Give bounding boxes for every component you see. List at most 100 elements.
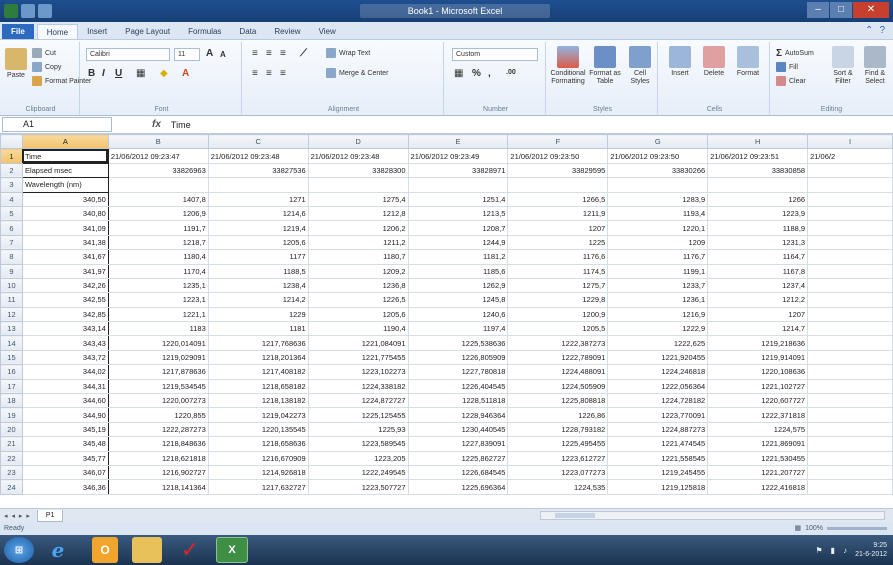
align-center-icon[interactable]: ≡ <box>266 68 272 79</box>
row-header[interactable]: 8 <box>0 249 23 265</box>
tab-review[interactable]: Review <box>265 24 309 39</box>
cell-b23[interactable]: 1216,902727 <box>107 464 209 481</box>
cell-i8[interactable] <box>807 249 893 265</box>
cell-c8[interactable]: 1177 <box>207 249 309 265</box>
outlook-icon[interactable]: O <box>92 537 118 563</box>
cell-d24[interactable]: 1223,507727 <box>307 479 409 495</box>
row-header[interactable]: 20 <box>0 421 23 438</box>
currency-icon[interactable]: ▦ <box>454 68 463 79</box>
sort-filter-button[interactable]: Sort & Filter <box>828 46 858 86</box>
row-header[interactable]: 17 <box>0 378 23 395</box>
cell-d3[interactable] <box>307 177 409 193</box>
format-cells-button[interactable]: Format <box>732 46 764 78</box>
clear-button[interactable]: Clear <box>776 76 806 86</box>
cell-h7[interactable]: 1231,3 <box>707 234 809 251</box>
cell-h6[interactable]: 1188,9 <box>707 220 809 236</box>
select-all-corner[interactable] <box>0 134 23 150</box>
cell-c17[interactable]: 1218,658182 <box>207 378 309 395</box>
paste-button[interactable]: Paste <box>4 48 28 80</box>
cell-h24[interactable]: 1222,416818 <box>707 479 809 495</box>
cell-b8[interactable]: 1180,4 <box>107 249 209 265</box>
cell-b10[interactable]: 1235,1 <box>107 277 209 294</box>
cell-e22[interactable]: 1225,862727 <box>407 450 509 466</box>
cell-a17[interactable]: 344,31 <box>21 378 109 395</box>
cell-i18[interactable] <box>807 393 893 409</box>
cell-a18[interactable]: 344,60 <box>21 393 109 409</box>
cell-g21[interactable]: 1221,474545 <box>607 436 709 452</box>
conditional-formatting-button[interactable]: Conditional Formatting <box>550 46 586 86</box>
percent-icon[interactable]: % <box>472 68 481 79</box>
comma-icon[interactable]: , <box>488 68 491 79</box>
cell-a5[interactable]: 340,80 <box>21 205 109 222</box>
cell-d19[interactable]: 1225,125455 <box>307 407 409 423</box>
cell-e20[interactable]: 1230,440545 <box>407 421 509 438</box>
cell-b20[interactable]: 1222,287273 <box>107 421 209 438</box>
cell-i22[interactable] <box>807 450 893 466</box>
cell-a23[interactable]: 346,07 <box>21 464 109 481</box>
save-icon[interactable] <box>21 4 35 18</box>
cell-a24[interactable]: 346,36 <box>21 479 109 495</box>
cell-c7[interactable]: 1205,6 <box>207 234 309 251</box>
cell-i16[interactable] <box>807 364 893 380</box>
cut-button[interactable]: Cut <box>32 48 56 58</box>
cell-c9[interactable]: 1188,5 <box>207 263 309 279</box>
row-header[interactable]: 11 <box>0 292 23 308</box>
cell-h4[interactable]: 1266 <box>707 191 809 207</box>
shrink-font-icon[interactable]: A <box>220 50 226 59</box>
grow-font-icon[interactable]: A <box>206 48 213 59</box>
cell-g1[interactable]: 21/06/2012 09:23:50 <box>607 148 709 164</box>
checkmark-app-icon[interactable]: ✓ <box>170 537 210 563</box>
internet-explorer-icon[interactable]: e <box>38 537 78 563</box>
cell-c6[interactable]: 1219,4 <box>207 220 309 236</box>
underline-icon[interactable]: U <box>115 68 122 79</box>
cell-e7[interactable]: 1244,9 <box>407 234 509 251</box>
cell-h14[interactable]: 1219,218636 <box>707 335 809 351</box>
cell-a3[interactable]: Wavelength (nm) <box>21 177 109 193</box>
cell-e19[interactable]: 1228,946364 <box>407 407 509 423</box>
cell-e3[interactable] <box>407 177 509 193</box>
cell-h13[interactable]: 1214,7 <box>707 321 809 337</box>
row-header[interactable]: 22 <box>0 450 23 466</box>
cell-a14[interactable]: 343,43 <box>21 335 109 351</box>
cell-i13[interactable] <box>807 321 893 337</box>
cell-f9[interactable]: 1174,5 <box>507 263 609 279</box>
row-header[interactable]: 24 <box>0 479 23 495</box>
cell-d1[interactable]: 21/06/2012 09:23:48 <box>307 148 409 164</box>
cell-i4[interactable] <box>807 191 893 207</box>
cell-a22[interactable]: 345,77 <box>21 450 109 466</box>
row-header[interactable]: 7 <box>0 234 23 251</box>
find-select-button[interactable]: Find & Select <box>860 46 890 86</box>
cell-e2[interactable]: 33828971 <box>407 162 509 179</box>
cell-c10[interactable]: 1238,4 <box>207 277 309 294</box>
sheet-tab-active[interactable]: P1 <box>36 509 64 522</box>
column-header-b[interactable]: B <box>107 134 209 150</box>
minimize-ribbon-icon[interactable]: ⌃ <box>865 25 873 36</box>
cell-e13[interactable]: 1197,4 <box>407 321 509 337</box>
cell-h2[interactable]: 33830858 <box>707 162 809 179</box>
cell-e15[interactable]: 1226,805909 <box>407 349 509 366</box>
cell-e11[interactable]: 1245,8 <box>407 292 509 308</box>
cell-c24[interactable]: 1217,632727 <box>207 479 309 495</box>
cell-g5[interactable]: 1193,4 <box>607 205 709 222</box>
cell-a4[interactable]: 340,50 <box>21 191 109 207</box>
cell-f21[interactable]: 1225,495455 <box>507 436 609 452</box>
flag-icon[interactable]: ⚑ <box>816 546 823 555</box>
volume-icon[interactable]: ♪ <box>843 546 847 555</box>
cell-a10[interactable]: 342,26 <box>21 277 109 294</box>
zoom-level[interactable]: 100% <box>805 522 823 535</box>
cell-g9[interactable]: 1199,1 <box>607 263 709 279</box>
cell-d4[interactable]: 1275,4 <box>307 191 409 207</box>
cell-d6[interactable]: 1206,2 <box>307 220 409 236</box>
merge-center-button[interactable]: Merge & Center <box>326 68 388 78</box>
name-box[interactable]: A1 <box>2 117 112 132</box>
cell-h17[interactable]: 1221,102727 <box>707 378 809 395</box>
cell-e21[interactable]: 1227,839091 <box>407 436 509 452</box>
cell-c16[interactable]: 1217,408182 <box>207 364 309 380</box>
cell-b1[interactable]: 21/06/2012 09:23:47 <box>107 148 209 164</box>
cell-a2[interactable]: Elapsed msec <box>21 162 109 179</box>
font-size-combo[interactable]: 11 <box>174 48 200 61</box>
tab-insert[interactable]: Insert <box>78 24 116 39</box>
cell-f6[interactable]: 1207 <box>507 220 609 236</box>
tab-home[interactable]: Home <box>36 24 79 39</box>
cell-h9[interactable]: 1167,8 <box>707 263 809 279</box>
